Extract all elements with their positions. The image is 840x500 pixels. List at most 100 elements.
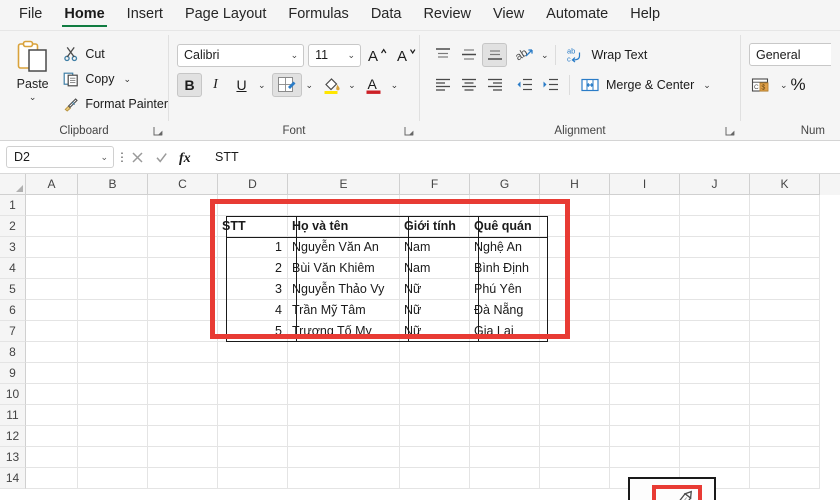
cell-C3[interactable]: [148, 237, 218, 258]
cell-K1[interactable]: [750, 195, 820, 216]
cell-B2[interactable]: [78, 216, 148, 237]
cell-D14[interactable]: [218, 468, 288, 489]
cell-E7[interactable]: Trương Tố My: [288, 321, 400, 342]
cell-A1[interactable]: [26, 195, 78, 216]
cell-A2[interactable]: [26, 216, 78, 237]
cell-C5[interactable]: [148, 279, 218, 300]
cell-F4[interactable]: Nam: [400, 258, 470, 279]
cell-F3[interactable]: Nam: [400, 237, 470, 258]
cell-D4[interactable]: 2: [218, 258, 288, 279]
cell-B8[interactable]: [78, 342, 148, 363]
cell-B10[interactable]: [78, 384, 148, 405]
cell-D6[interactable]: 4: [218, 300, 288, 321]
cell-C14[interactable]: [148, 468, 218, 489]
row-header-2[interactable]: 2: [0, 216, 26, 237]
cell-J11[interactable]: [680, 405, 750, 426]
cell-K7[interactable]: [750, 321, 820, 342]
align-center-button[interactable]: [456, 73, 481, 97]
cell-A4[interactable]: [26, 258, 78, 279]
cell-G1[interactable]: [470, 195, 540, 216]
cell-I4[interactable]: [610, 258, 680, 279]
font-color-button[interactable]: A: [362, 73, 387, 97]
merge-center-button[interactable]: Merge & Center ⌄: [576, 74, 715, 96]
cell-G8[interactable]: [470, 342, 540, 363]
cell-G4[interactable]: Bình Định: [470, 258, 540, 279]
row-header-6[interactable]: 6: [0, 300, 26, 321]
column-header-K[interactable]: K: [750, 174, 820, 195]
cell-F5[interactable]: Nữ: [400, 279, 470, 300]
cell-B14[interactable]: [78, 468, 148, 489]
cell-E10[interactable]: [288, 384, 400, 405]
column-header-C[interactable]: C: [148, 174, 218, 195]
name-box[interactable]: D2 ⌄: [6, 146, 114, 168]
cell-B13[interactable]: [78, 447, 148, 468]
column-header-I[interactable]: I: [610, 174, 680, 195]
cell-E1[interactable]: [288, 195, 400, 216]
bold-button[interactable]: B: [177, 73, 202, 97]
cell-A3[interactable]: [26, 237, 78, 258]
chevron-down-icon[interactable]: ⌄: [124, 74, 132, 85]
cell-H3[interactable]: [540, 237, 610, 258]
cell-F13[interactable]: [400, 447, 470, 468]
tab-insert[interactable]: Insert: [116, 3, 174, 30]
cell-C8[interactable]: [148, 342, 218, 363]
confirm-formula-button[interactable]: [154, 150, 178, 165]
cell-A14[interactable]: [26, 468, 78, 489]
cell-B1[interactable]: [78, 195, 148, 216]
cell-F9[interactable]: [400, 363, 470, 384]
cell-G6[interactable]: Đà Nẵng: [470, 300, 540, 321]
cell-K9[interactable]: [750, 363, 820, 384]
formula-input[interactable]: STT: [206, 146, 834, 168]
underline-button[interactable]: U: [229, 73, 254, 97]
tab-help[interactable]: Help: [619, 3, 671, 30]
cell-H13[interactable]: [540, 447, 610, 468]
cell-G9[interactable]: [470, 363, 540, 384]
cell-E11[interactable]: [288, 405, 400, 426]
cell-G7[interactable]: Gia Lai: [470, 321, 540, 342]
increase-font-size-button[interactable]: A: [365, 43, 390, 67]
cell-H2[interactable]: [540, 216, 610, 237]
row-header-5[interactable]: 5: [0, 279, 26, 300]
row-header-10[interactable]: 10: [0, 384, 26, 405]
cell-I5[interactable]: [610, 279, 680, 300]
cell-D12[interactable]: [218, 426, 288, 447]
cell-B4[interactable]: [78, 258, 148, 279]
cell-I1[interactable]: [610, 195, 680, 216]
fill-color-button[interactable]: [319, 73, 344, 97]
cell-I9[interactable]: [610, 363, 680, 384]
cell-C6[interactable]: [148, 300, 218, 321]
cell-D13[interactable]: [218, 447, 288, 468]
cell-C7[interactable]: [148, 321, 218, 342]
cell-I13[interactable]: [610, 447, 680, 468]
cell-F11[interactable]: [400, 405, 470, 426]
increase-indent-button[interactable]: [538, 73, 563, 97]
merge-chevron-down-icon[interactable]: ⌄: [703, 80, 711, 91]
font-color-chevron-down-icon[interactable]: ⌄: [391, 80, 399, 91]
cell-I11[interactable]: [610, 405, 680, 426]
cell-B12[interactable]: [78, 426, 148, 447]
row-header-1[interactable]: 1: [0, 195, 26, 216]
cell-K12[interactable]: [750, 426, 820, 447]
tab-view[interactable]: View: [482, 3, 535, 30]
cell-K10[interactable]: [750, 384, 820, 405]
wrap-text-button[interactable]: ab c Wrap Text: [562, 44, 652, 66]
cell-F6[interactable]: Nữ: [400, 300, 470, 321]
cell-E6[interactable]: Trần Mỹ Tâm: [288, 300, 400, 321]
row-header-12[interactable]: 12: [0, 426, 26, 447]
cell-G14[interactable]: [470, 468, 540, 489]
alignment-dialog-launcher-icon[interactable]: [725, 126, 736, 137]
decrease-font-size-button[interactable]: A: [394, 43, 419, 67]
cell-J3[interactable]: [680, 237, 750, 258]
cell-K11[interactable]: [750, 405, 820, 426]
cell-A8[interactable]: [26, 342, 78, 363]
select-all-corner[interactable]: [0, 174, 26, 195]
row-header-3[interactable]: 3: [0, 237, 26, 258]
cell-G3[interactable]: Nghệ An: [470, 237, 540, 258]
cell-J10[interactable]: [680, 384, 750, 405]
cell-A12[interactable]: [26, 426, 78, 447]
cell-H1[interactable]: [540, 195, 610, 216]
cell-D8[interactable]: [218, 342, 288, 363]
cell-G12[interactable]: [470, 426, 540, 447]
cell-I10[interactable]: [610, 384, 680, 405]
decrease-indent-button[interactable]: [512, 73, 537, 97]
